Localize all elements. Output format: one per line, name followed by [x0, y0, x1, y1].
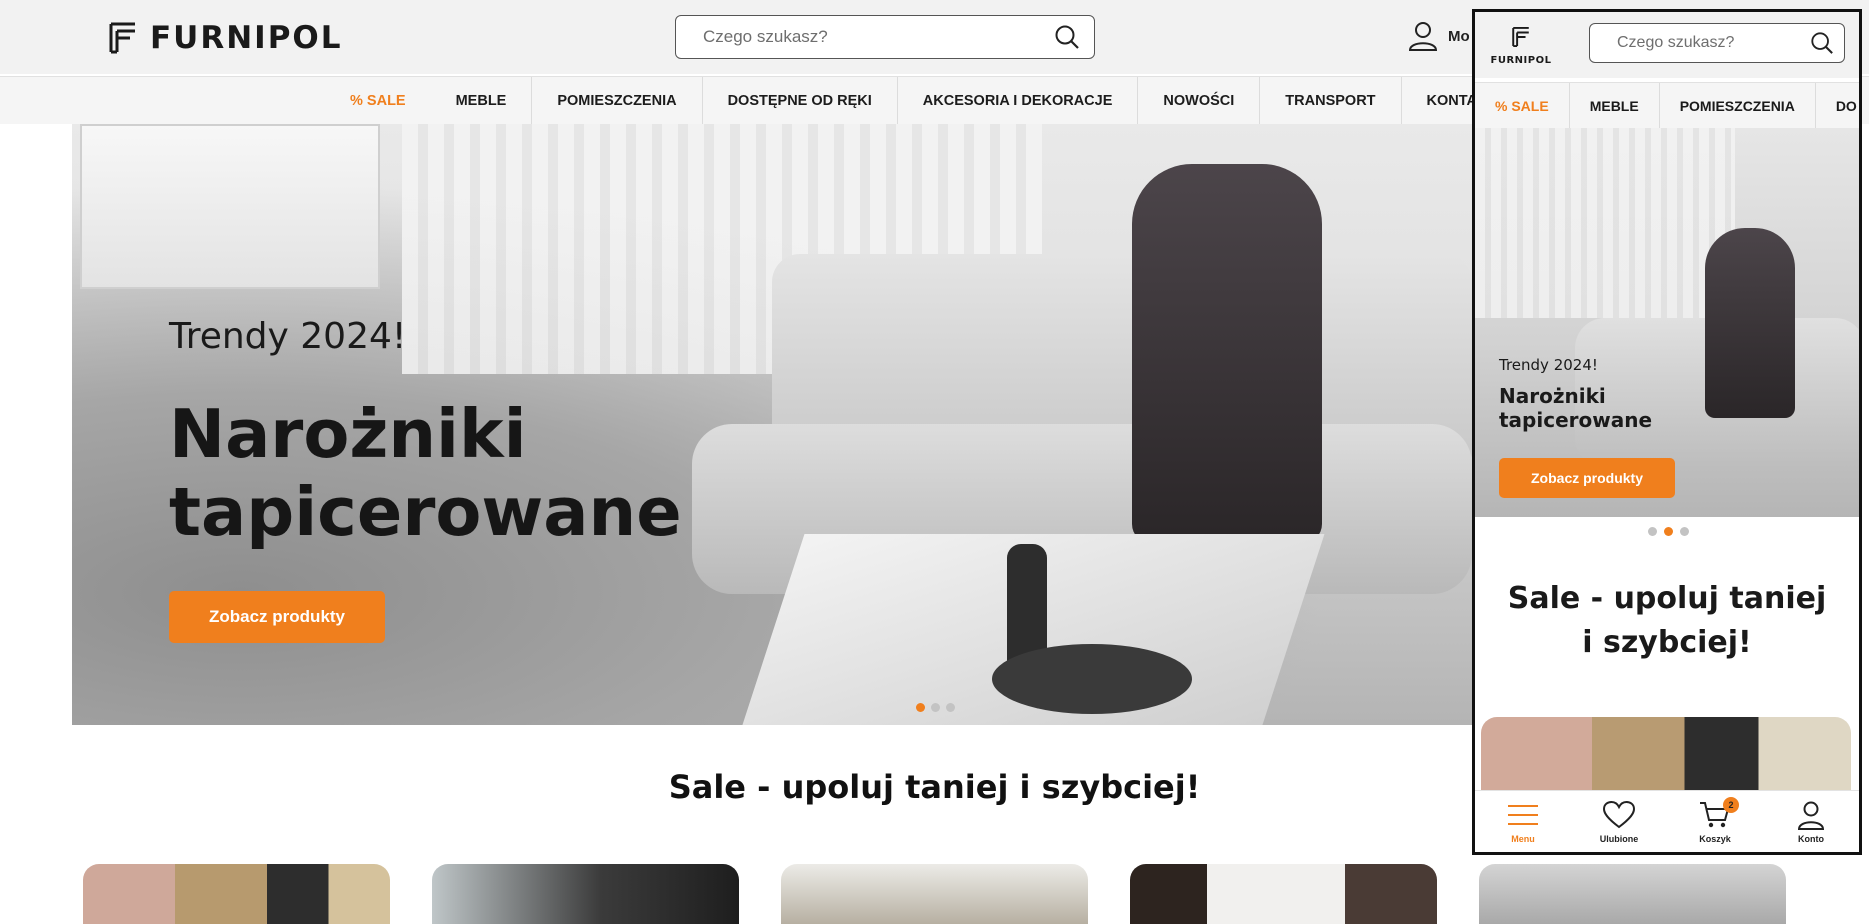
account-label: Mo	[1448, 27, 1470, 45]
nav-item-sale[interactable]: % SALE	[325, 77, 431, 125]
hero-bowl	[992, 644, 1192, 714]
heart-icon	[1602, 800, 1636, 828]
bottom-nav-account[interactable]: Konto	[1763, 791, 1859, 852]
product-card[interactable]	[83, 864, 390, 924]
bottom-nav-account-label: Konto	[1798, 833, 1824, 844]
product-card[interactable]	[781, 864, 1088, 924]
sale-product-cards	[83, 864, 1786, 924]
product-card[interactable]	[1479, 864, 1786, 924]
mobile-hero-bg	[1475, 128, 1735, 318]
cart-count-badge: 2	[1723, 797, 1739, 813]
mobile-search-placeholder: Czego szukasz?	[1617, 34, 1735, 51]
carousel-dot-3[interactable]	[946, 703, 955, 712]
nav-item-akcesoria[interactable]: AKCESORIA I DEKORACJE	[898, 77, 1139, 125]
carousel-dot-1[interactable]	[1648, 527, 1657, 536]
mobile-carousel-dots	[1648, 527, 1689, 536]
nav-item-transport[interactable]: TRANSPORT	[1260, 77, 1402, 125]
product-card[interactable]	[432, 864, 739, 924]
nav-item-dostepne[interactable]: DOSTĘPNE OD RĘKI	[703, 77, 898, 125]
logo-mark-icon	[109, 22, 135, 54]
hero-text: Trendy 2024! Narożniki tapicerowane Zoba…	[169, 316, 682, 643]
hero-bg-window	[80, 124, 380, 289]
mobile-preview: FURNIPOL Czego szukasz? % SALE MEBLE POM…	[1472, 9, 1862, 855]
mobile-search-input[interactable]: Czego szukasz?	[1589, 23, 1845, 63]
hero-kicker: Trendy 2024!	[169, 316, 407, 357]
mobile-hero-kicker: Trendy 2024!	[1499, 356, 1598, 374]
search-input[interactable]: Czego szukasz?	[675, 15, 1095, 59]
bottom-nav-cart-label: Koszyk	[1699, 833, 1731, 844]
mobile-nav: % SALE MEBLE POMIESZCZENIA DO	[1475, 82, 1859, 128]
mobile-hero-title-line2: tapicerowane	[1499, 408, 1653, 432]
mobile-nav-item-dostepne[interactable]: DO	[1816, 83, 1859, 128]
bottom-nav-menu[interactable]: Menu	[1475, 791, 1571, 852]
hero-title-line2: tapicerowane	[169, 473, 682, 551]
logo-mark-icon	[1512, 26, 1529, 48]
mobile-hero-model	[1705, 228, 1795, 418]
mobile-hero-cta-button[interactable]: Zobacz produkty	[1499, 458, 1676, 498]
hero-title-line1: Narożniki	[169, 395, 527, 473]
bottom-nav-cart[interactable]: 2 Koszyk	[1667, 791, 1763, 852]
hero-banner[interactable]: Trendy 2024! Narożniki tapicerowane Zoba…	[72, 124, 1472, 725]
hero-model	[1132, 164, 1322, 544]
site-logo[interactable]: FURNIPOL	[108, 20, 343, 56]
mobile-nav-item-pomieszczenia[interactable]: POMIESZCZENIA	[1660, 83, 1816, 128]
nav-item-pomieszczenia[interactable]: POMIESZCZENIA	[532, 77, 703, 125]
carousel-dot-2[interactable]	[931, 703, 940, 712]
user-icon	[1408, 22, 1438, 51]
nav-item-nowosci[interactable]: NOWOŚCI	[1138, 77, 1261, 125]
carousel-dot-3[interactable]	[1680, 527, 1689, 536]
mobile-hero-title-line1: Narożniki	[1499, 384, 1606, 408]
bottom-nav-favorites[interactable]: Ulubione	[1571, 791, 1667, 852]
bottom-nav-menu-label: Menu	[1511, 833, 1535, 844]
bottom-nav-favorites-label: Ulubione	[1599, 833, 1639, 844]
user-icon	[1797, 801, 1825, 830]
menu-icon	[1508, 804, 1538, 825]
search-placeholder: Czego szukasz?	[703, 27, 828, 46]
mobile-header: FURNIPOL Czego szukasz?	[1475, 12, 1859, 78]
hero-cta-button[interactable]: Zobacz produkty	[169, 591, 386, 643]
mobile-bottom-nav: Menu Ulubione 2 Koszyk Konto	[1475, 790, 1859, 852]
mobile-logo-text: FURNIPOL	[1490, 55, 1552, 66]
mobile-nav-item-sale[interactable]: % SALE	[1475, 83, 1570, 128]
mobile-logo[interactable]: FURNIPOL	[1489, 26, 1553, 68]
mobile-hero-banner[interactable]: Trendy 2024! Narożniki tapicerowane Zoba…	[1475, 128, 1859, 517]
mobile-sale-heading: Sale - upoluj taniej i szybciej!	[1507, 581, 1827, 660]
account-link[interactable]: Mo	[1408, 20, 1470, 52]
search-icon[interactable]	[1054, 24, 1080, 50]
nav-item-meble[interactable]: MEBLE	[431, 77, 533, 125]
mobile-nav-item-meble[interactable]: MEBLE	[1570, 83, 1660, 128]
hero-carousel-dots	[916, 703, 955, 712]
logo-text: FURNIPOL	[150, 20, 343, 56]
hero-title: Narożniki tapicerowane	[169, 395, 682, 551]
mobile-hero-title: Narożniki tapicerowane	[1499, 384, 1675, 432]
search-icon[interactable]	[1810, 31, 1834, 55]
mobile-hero-text: Trendy 2024! Narożniki tapicerowane Zoba…	[1499, 356, 1676, 498]
carousel-dot-1[interactable]	[916, 703, 925, 712]
product-card[interactable]	[1130, 864, 1437, 924]
carousel-dot-2[interactable]	[1664, 527, 1673, 536]
